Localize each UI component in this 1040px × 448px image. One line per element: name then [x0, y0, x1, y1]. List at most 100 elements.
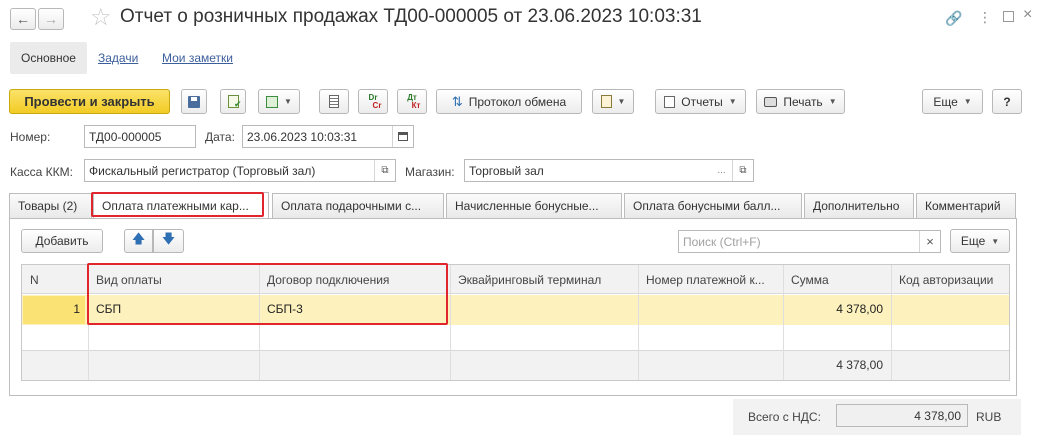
tab-accrued-bonuses-label: Начисленные бонусные... [455, 199, 599, 213]
favorite-star-icon[interactable]: ☆ [90, 3, 112, 32]
highlight-active-tab [91, 192, 264, 217]
help-button[interactable]: ? [992, 89, 1022, 114]
search-placeholder: Поиск (Ctrl+F) [683, 234, 761, 249]
chevron-down-icon: ▼ [617, 97, 626, 106]
exchange-icon: ⇅ [451, 93, 463, 109]
chevron-down-icon: ▼ [828, 97, 837, 106]
table-more-button[interactable]: Еще ▼ [950, 229, 1010, 253]
add-row-label: Добавить [35, 234, 89, 248]
page-title: Отчет о розничных продажах ТД00-000005 о… [120, 6, 702, 27]
tab-additional-label: Дополнительно [813, 199, 900, 213]
kkm-label: Касса ККМ: [10, 165, 73, 179]
col-header-n[interactable]: N [22, 265, 88, 294]
tab-bonus-payments-label: Оплата бонусными балл... [633, 199, 781, 213]
chevron-down-icon: ▼ [284, 97, 292, 106]
store-field[interactable]: Торговый зал ... ⧉ [464, 159, 754, 182]
post-and-close-label: Провести и закрыть [24, 94, 155, 109]
forward-button[interactable]: → [38, 8, 64, 30]
date-label: Дата: [205, 130, 235, 144]
reports-button[interactable]: Отчеты ▼ [655, 89, 746, 114]
dt-kt-icon-bottom: Кт [411, 100, 421, 110]
dr-cr-button[interactable]: Dr Cr [358, 89, 388, 114]
open-icon[interactable]: ⧉ [374, 160, 395, 181]
date-field[interactable]: 23.06.2023 10:03:31 [242, 125, 414, 148]
search-input[interactable]: Поиск (Ctrl+F) × [678, 230, 941, 253]
printer-icon [764, 96, 778, 107]
col-header-terminal[interactable]: Эквайринговый терминал [450, 265, 638, 294]
select-button[interactable]: ... [711, 160, 732, 181]
tab-accrued-bonuses[interactable]: Начисленные бонусные... [446, 193, 622, 218]
col-header-card-number[interactable]: Номер платежной к... [638, 265, 783, 294]
tab-comment-label: Комментарий [925, 199, 1001, 213]
tab-comment[interactable]: Комментарий [916, 193, 1016, 218]
arrow-left-icon: ← [16, 11, 30, 27]
nav-tab-notes[interactable]: Мои заметки [162, 51, 233, 65]
reports-label: Отчеты [681, 94, 723, 109]
total-vat-value: 4 378,00 [914, 408, 961, 423]
open-icon[interactable]: ⧉ [732, 160, 753, 181]
save-button[interactable] [181, 89, 207, 114]
close-icon[interactable]: × [1023, 6, 1032, 24]
print-label: Печать [783, 94, 823, 109]
number-value: ТД00-000005 [89, 129, 162, 144]
chevron-down-icon: ▼ [728, 97, 737, 106]
save-icon [188, 95, 200, 108]
col-header-amount[interactable]: Сумма [783, 265, 891, 294]
post-and-close-button[interactable]: Провести и закрыть [9, 89, 170, 114]
chevron-down-icon: ▼ [991, 236, 1000, 246]
more-vert-icon[interactable]: ⋮ [978, 9, 992, 26]
attachment-icon [600, 95, 612, 108]
store-value: Торговый зал [469, 163, 544, 178]
exchange-log-label: Протокол обмена [468, 94, 567, 109]
chevron-down-icon: ▼ [963, 97, 972, 106]
arrow-right-icon: → [44, 11, 58, 27]
number-field[interactable]: ТД00-000005 [84, 125, 196, 148]
row-number: 1 [73, 302, 80, 316]
row-amount[interactable]: 4 378,00 [783, 294, 891, 324]
tab-gift-certificates-label: Оплата подарочными с... [281, 199, 422, 213]
add-row-button[interactable]: Добавить [21, 229, 103, 253]
total-vat-label: Всего с НДС: [748, 410, 821, 424]
more-button[interactable]: Еще ▼ [922, 89, 983, 114]
list-journal-icon [329, 95, 339, 108]
exchange-log-button[interactable]: ⇅ Протокол обмена [436, 89, 582, 114]
attachments-button[interactable]: ▼ [592, 89, 634, 114]
kkm-value: Фискальный регистратор (Торговый зал) [89, 163, 316, 178]
highlight-payment-columns [87, 263, 448, 325]
kkm-field[interactable]: Фискальный регистратор (Торговый зал) ⧉ [84, 159, 396, 182]
tab-bonus-payments[interactable]: Оплата бонусными балл... [624, 193, 802, 218]
dt-kt-button[interactable]: Дт Кт [397, 89, 427, 114]
maximize-icon[interactable] [1003, 11, 1014, 22]
help-label: ? [1003, 94, 1011, 109]
col-header-auth-code[interactable]: Код авторизации [891, 265, 1009, 294]
total-vat-field: 4 378,00 [836, 404, 968, 427]
tab-gift-certificates[interactable]: Оплата подарочными с... [272, 193, 444, 218]
back-button[interactable]: ← [10, 8, 36, 30]
move-up-button[interactable]: 🡅 [124, 229, 153, 253]
tab-goods-label: Товары (2) [18, 199, 78, 213]
document-post-icon: ✔ [227, 95, 242, 109]
arrow-up-icon: 🡅 [131, 231, 146, 246]
currency-label: RUB [976, 410, 1002, 424]
number-label: Номер: [10, 130, 51, 144]
post-button[interactable]: ✔ [220, 89, 246, 114]
tab-goods[interactable]: Товары (2) [9, 193, 92, 218]
date-value: 23.06.2023 10:03:31 [247, 129, 358, 144]
clear-search-icon[interactable]: × [919, 231, 940, 252]
nav-tab-main-label: Основное [21, 51, 76, 65]
tab-additional[interactable]: Дополнительно [804, 193, 914, 218]
create-based-icon [266, 95, 279, 108]
nav-tab-tasks[interactable]: Задачи [98, 51, 138, 65]
table-footer-total: 4 378,00 [836, 357, 883, 372]
create-based-on-button[interactable]: ▼ [258, 89, 300, 114]
link-icon[interactable]: 🔗 [945, 10, 962, 27]
move-down-button[interactable]: 🡇 [153, 229, 184, 253]
nav-tab-main[interactable]: Основное [10, 42, 87, 74]
more-label: Еще [933, 94, 958, 109]
calendar-icon[interactable] [392, 126, 413, 147]
reports-icon [664, 95, 676, 108]
print-button[interactable]: Печать ▼ [756, 89, 845, 114]
arrow-down-icon: 🡇 [161, 231, 176, 246]
journal-button[interactable] [319, 89, 349, 114]
dr-cr-icon-bottom: Cr [372, 100, 382, 110]
